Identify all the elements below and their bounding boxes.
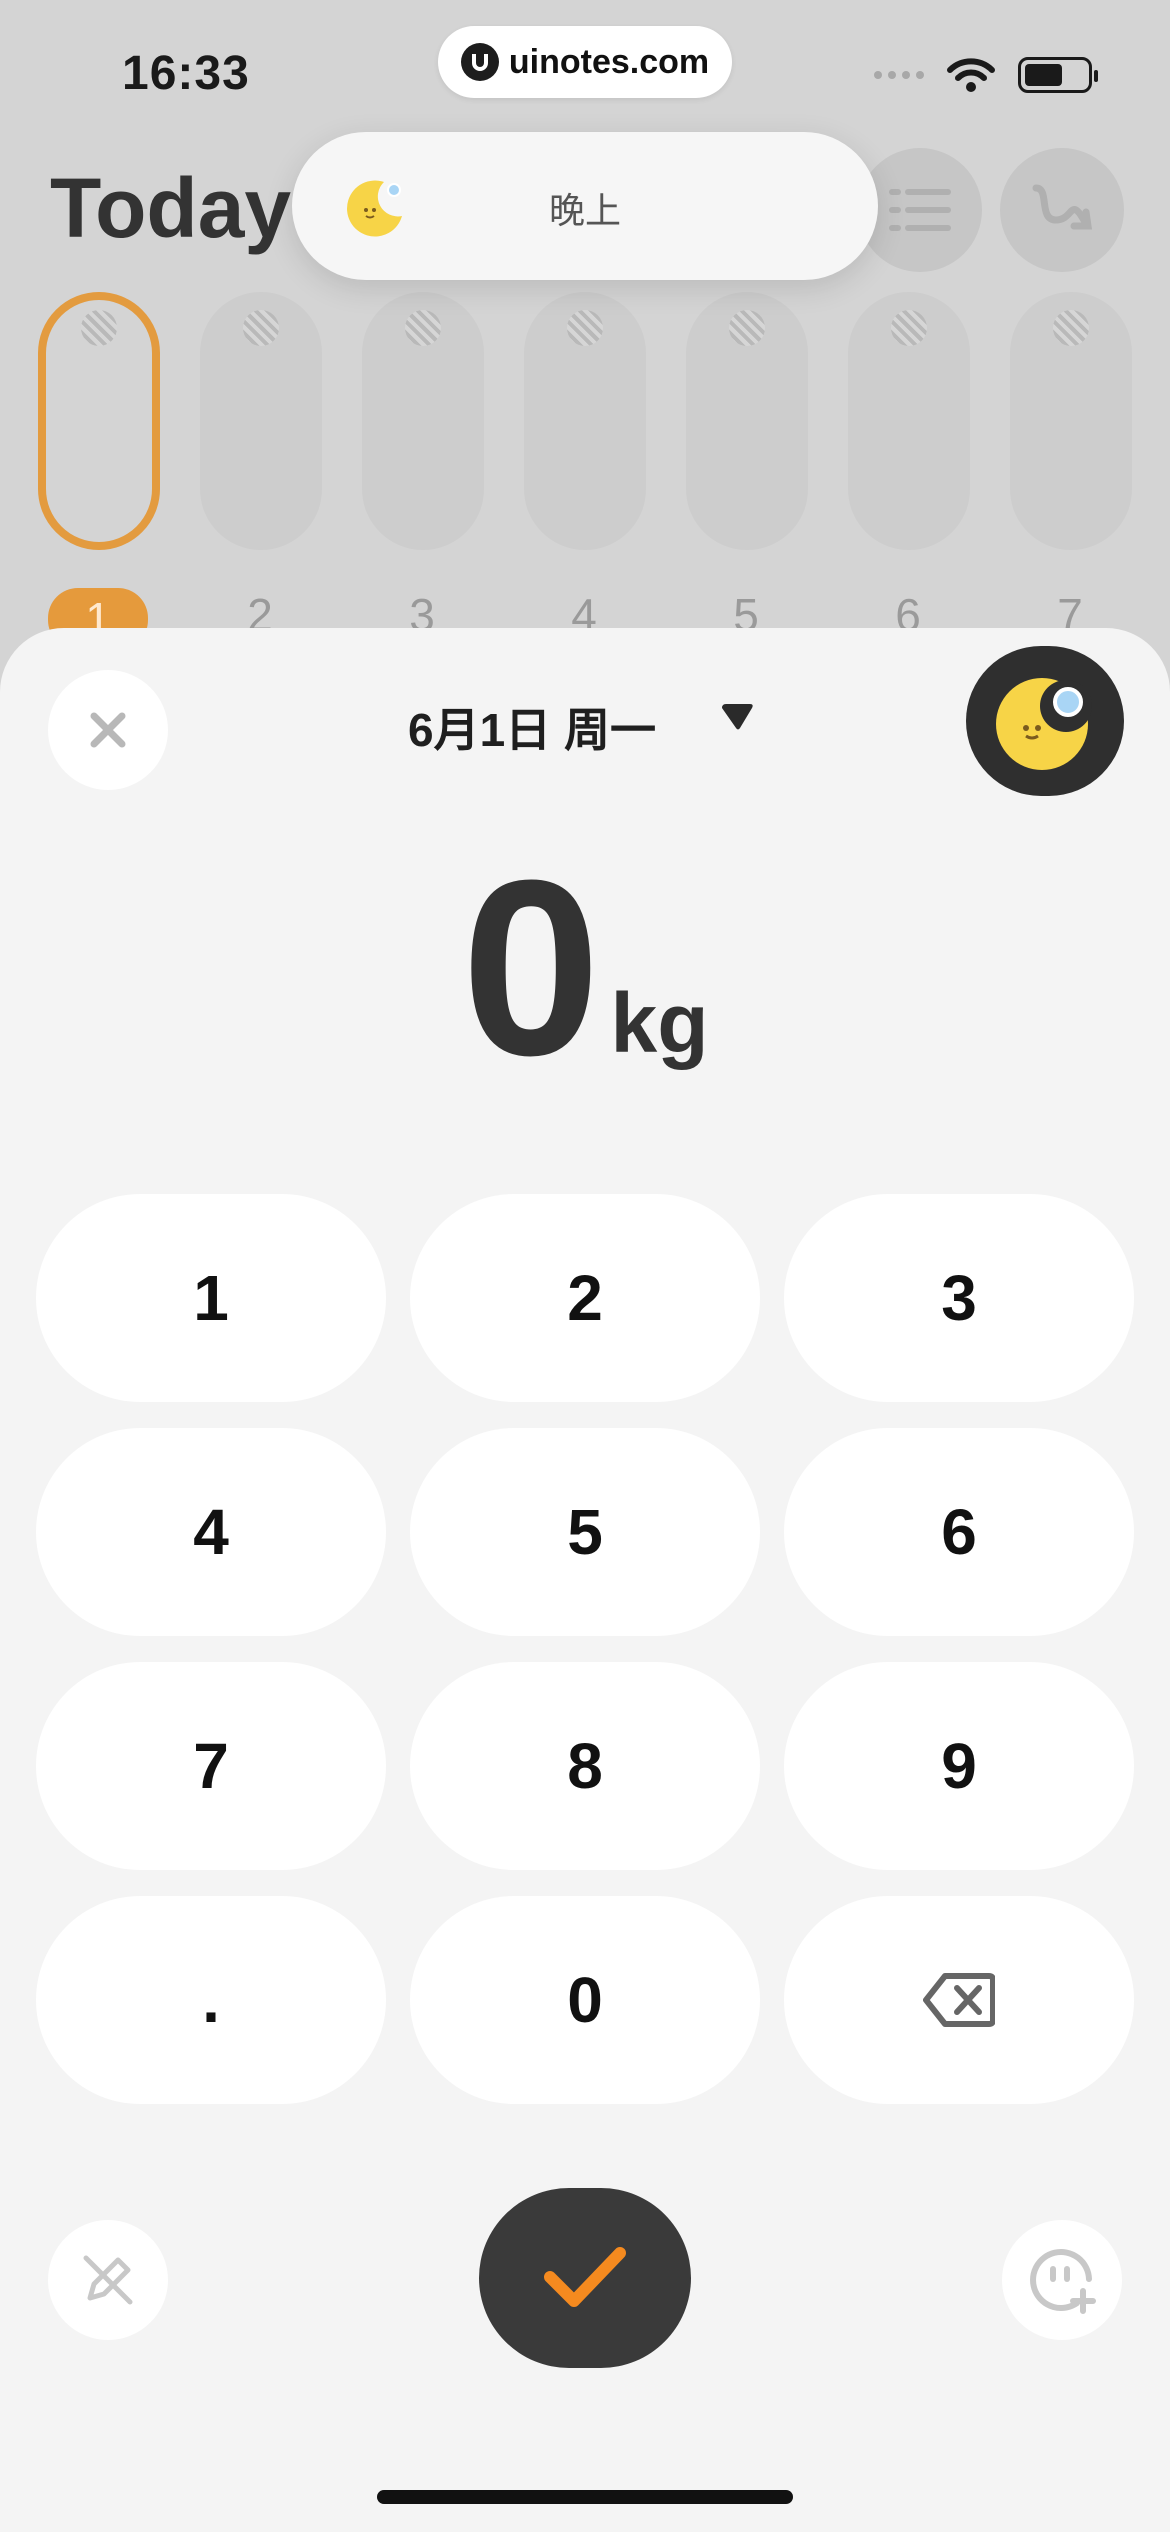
toast-text: 晚上 [548,190,621,231]
day-column-6[interactable] [848,292,970,550]
date-selector[interactable]: 6月1日 周一 [408,694,656,760]
day-column-2[interactable] [200,292,322,550]
add-face-button[interactable] [1002,2220,1122,2340]
day-column-7[interactable] [1010,292,1132,550]
key-7[interactable]: 7 [36,1662,386,1870]
key-5[interactable]: 5 [410,1428,760,1636]
delete-key[interactable] [784,1896,1134,2104]
day-marker [405,310,441,346]
key-decimal[interactable]: . [36,1896,386,2104]
key-3[interactable]: 3 [784,1194,1134,1402]
key-4[interactable]: 4 [36,1428,386,1636]
day-column-1[interactable] [38,292,160,550]
battery-icon [1018,57,1098,93]
day-marker [81,310,117,346]
cellular-signal-icon [874,71,924,79]
status-indicators [874,56,1098,94]
site-logo-icon [460,43,499,81]
url-text: uinotes.com [508,42,710,81]
weight-value: 0 [461,828,601,1107]
day-column-4[interactable] [524,292,646,550]
key-1[interactable]: 1 [36,1194,386,1402]
time-of-day-toast: 晚上 [292,132,878,280]
day-marker [891,310,927,346]
day-column-3[interactable] [362,292,484,550]
day-marker [243,310,279,346]
key-2[interactable]: 2 [410,1194,760,1402]
key-9[interactable]: 9 [784,1662,1134,1870]
add-face-icon [1030,2249,1096,2314]
wifi-icon [947,58,995,92]
weight-display: 0 kg [0,828,1170,1107]
day-column-5[interactable] [686,292,808,550]
moon-icon [996,678,1092,770]
weight-entry-sheet: 6月1日 周一 0 kg 1 2 3 4 5 6 7 8 9 . 0 [0,628,1170,2532]
confirm-button[interactable] [479,2188,691,2368]
key-8[interactable]: 8 [410,1662,760,1870]
close-button[interactable] [48,670,168,790]
status-time: 16:33 [122,47,250,100]
day-marker [1053,310,1089,346]
day-marker [567,310,603,346]
key-0[interactable]: 0 [410,1896,760,2104]
key-6[interactable]: 6 [784,1428,1134,1636]
url-pill[interactable]: uinotes.com [438,26,732,98]
check-icon [544,2247,626,2307]
weight-unit: kg [610,976,709,1070]
pencil-icon [83,2255,133,2305]
close-icon [90,712,126,748]
page-title: Today [50,161,292,255]
time-of-day-button[interactable] [966,646,1124,796]
trend-chart-icon[interactable] [1000,148,1124,272]
day-marker [729,310,765,346]
backspace-icon [923,1973,995,2027]
edit-note-button[interactable] [48,2220,168,2340]
home-indicator [377,2490,793,2504]
caret-down-icon[interactable] [718,702,758,734]
